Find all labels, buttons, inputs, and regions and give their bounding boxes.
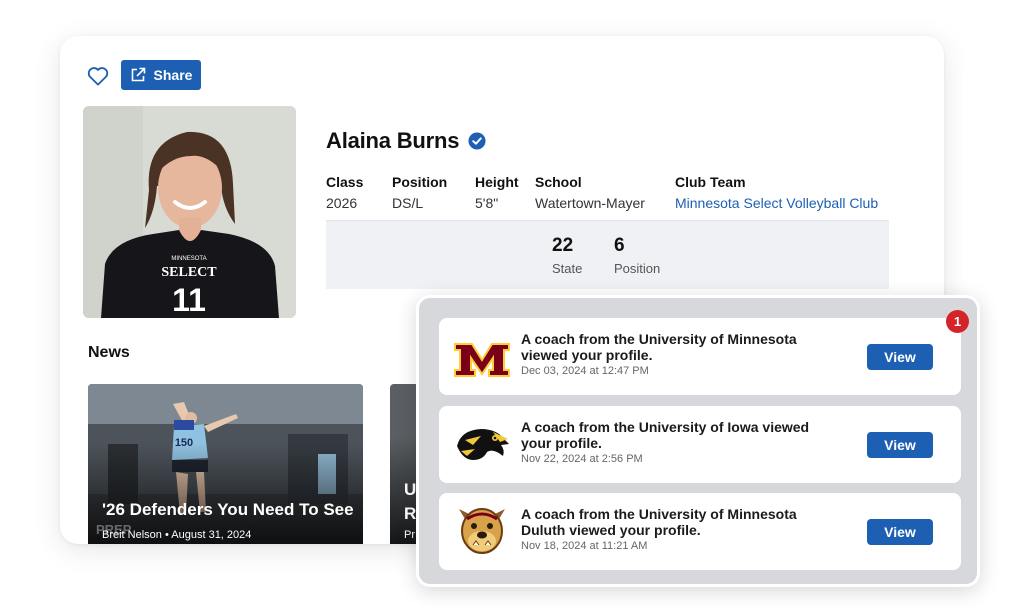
notification-text: A coach from the University of Iowa view… — [521, 419, 810, 451]
notification-time: Nov 22, 2024 at 2:56 PM — [521, 453, 643, 465]
stat-label: State — [552, 261, 583, 276]
field-value: 5'8" — [475, 195, 499, 211]
view-button[interactable]: View — [867, 519, 933, 545]
field-label: School — [535, 174, 582, 190]
minnesota-m-logo-icon — [454, 343, 510, 377]
stat-number: 6 — [614, 235, 625, 256]
field-label: Club Team — [675, 174, 746, 190]
view-button[interactable]: View — [867, 344, 933, 370]
notification-text: A coach from the University of Minnesota… — [521, 331, 797, 363]
news-byline: Pr — [404, 529, 415, 541]
stat-number: 22 — [552, 235, 574, 256]
field-label: Position — [392, 174, 448, 190]
external-link-icon — [131, 67, 145, 82]
notification-time: Dec 03, 2024 at 12:47 PM — [521, 365, 649, 377]
notification-time: Nov 18, 2024 at 11:21 AM — [521, 540, 648, 552]
stat-label: Position — [614, 261, 661, 276]
field-club-team: Club Team Minnesota Select Volleyball Cl… — [675, 174, 878, 211]
rankings-bar: 22 State 6 Position — [326, 220, 889, 289]
notification-item[interactable]: A coach from the University of Minnesota… — [439, 318, 961, 395]
news-byline: Breit Nelson • August 31, 2024 — [102, 529, 252, 541]
share-button[interactable]: Share — [121, 60, 201, 90]
notification-message: A coach from the University of Minnesota… — [521, 331, 821, 378]
umd-bulldog-logo-icon — [459, 508, 505, 554]
favorite-heart-icon[interactable] — [86, 64, 110, 88]
field-value: Watertown-Mayer — [535, 195, 645, 211]
field-value: 2026 — [326, 195, 358, 211]
news-card[interactable]: 150 PREP '26 Defenders You Need To See B… — [88, 384, 363, 544]
iowa-hawkeye-logo-icon — [457, 429, 509, 460]
verified-badge-icon — [468, 132, 486, 150]
svg-text:MINNESOTA: MINNESOTA — [171, 256, 206, 262]
svg-text:11: 11 — [172, 282, 206, 318]
field-value: DS/L — [392, 195, 424, 211]
field-height: Height 5'8" — [475, 174, 519, 211]
notifications-panel: A coach from the University of Minnesota… — [416, 295, 980, 587]
notification-count-badge: 1 — [946, 310, 969, 333]
notification-message: A coach from the University of Minnesota… — [521, 506, 821, 553]
field-school: School Watertown-Mayer — [535, 174, 645, 211]
athlete-name: Alaina Burns — [326, 128, 460, 153]
field-label: Height — [475, 174, 519, 190]
news-image: 150 PREP — [88, 384, 363, 544]
state-rank: 22 State — [552, 235, 582, 276]
athlete-photo: MINNESOTA SELECT 11 — [83, 106, 296, 318]
notification-item[interactable]: A coach from the University of Iowa view… — [439, 406, 961, 483]
notification-item[interactable]: A coach from the University of Minnesota… — [439, 493, 961, 570]
field-class: Class 2026 — [326, 174, 363, 211]
news-headline: '26 Defenders You Need To See — [102, 500, 354, 519]
field-position: Position DS/L — [392, 174, 447, 211]
notification-text: A coach from the University of Minnesota… — [521, 506, 797, 538]
field-label: Class — [326, 174, 364, 190]
share-label: Share — [153, 67, 193, 83]
svg-text:SELECT: SELECT — [161, 265, 217, 280]
position-rank: 6 Position — [614, 235, 660, 276]
club-team-link[interactable]: Minnesota Select Volleyball Club — [675, 195, 878, 211]
news-heading: News — [88, 344, 130, 361]
notification-message: A coach from the University of Iowa view… — [521, 419, 821, 466]
view-button[interactable]: View — [867, 432, 933, 458]
athlete-name-row: Alaina Burns — [326, 128, 486, 154]
